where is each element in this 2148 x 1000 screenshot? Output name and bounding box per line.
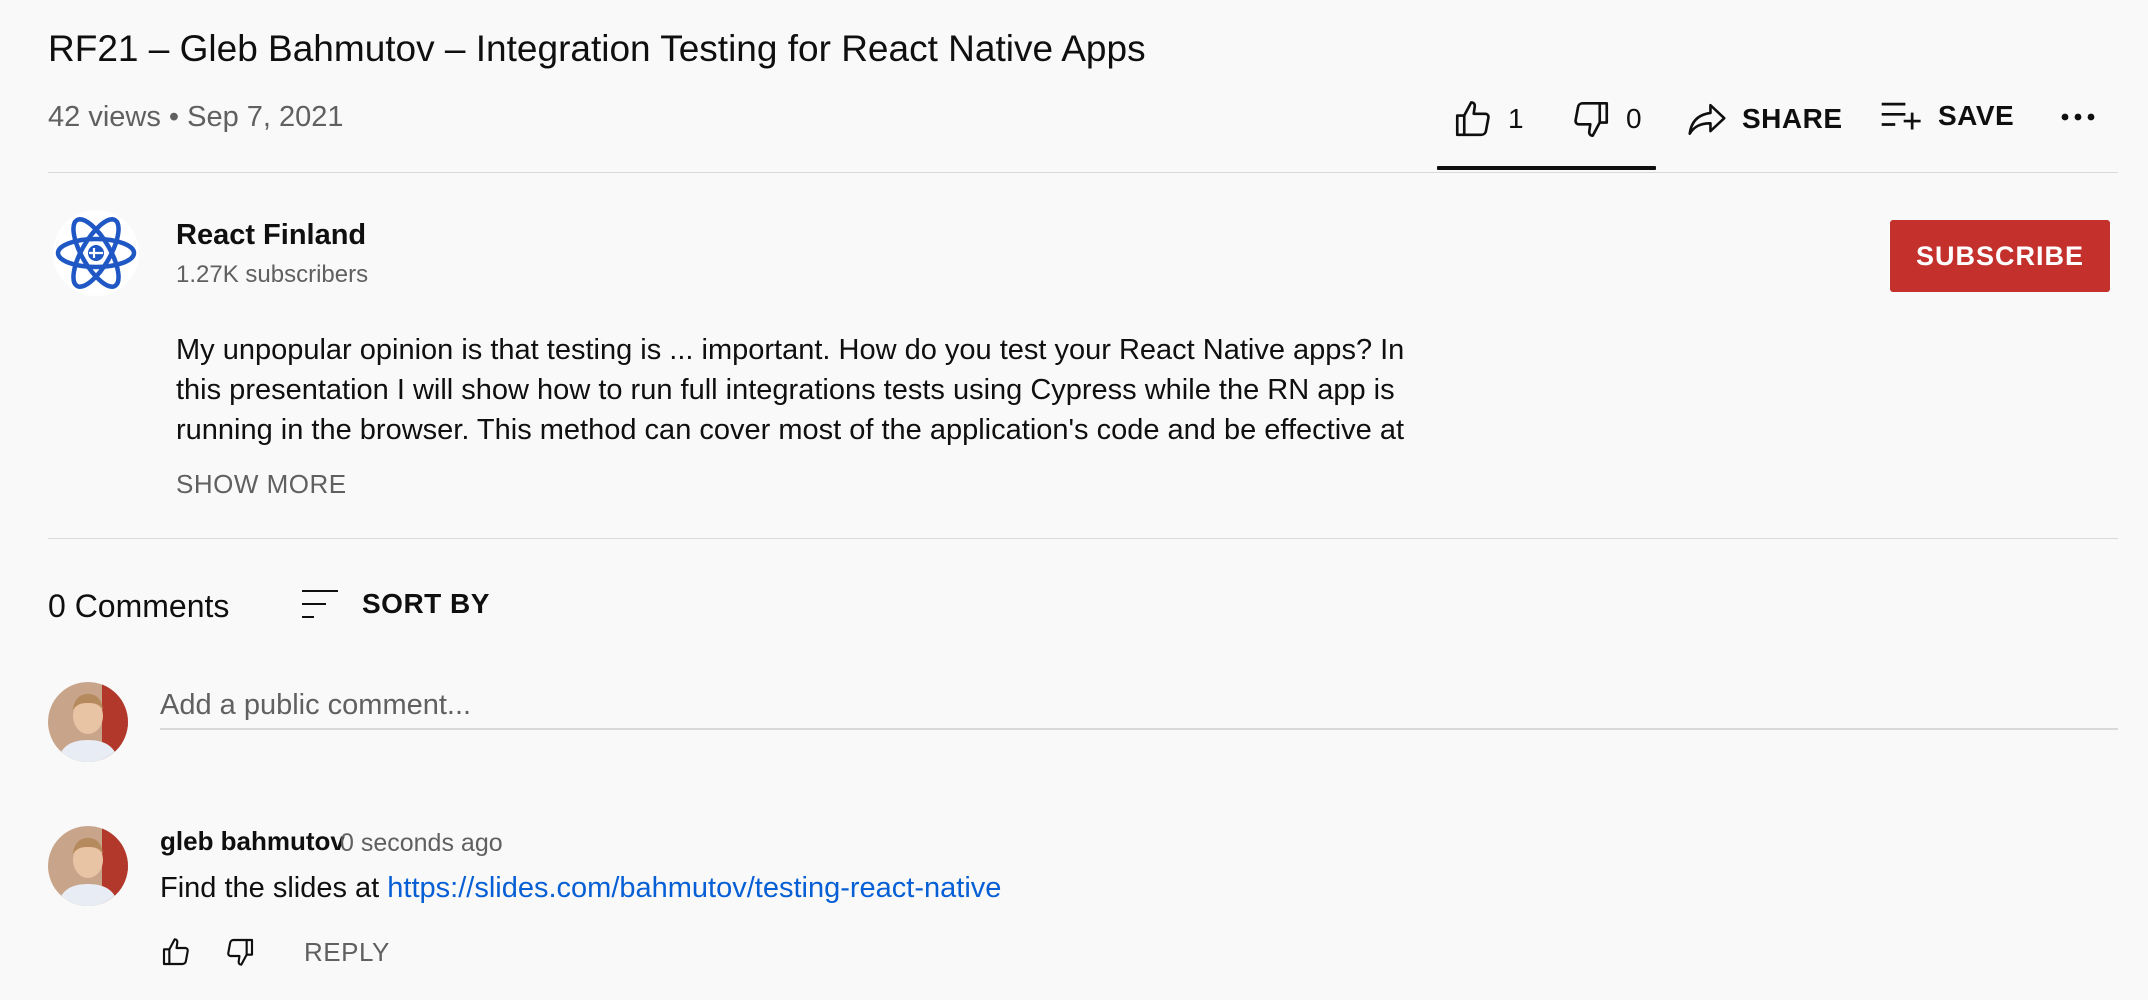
comment-author[interactable]: gleb bahmutov bbox=[160, 826, 345, 857]
comment-text: Find the slides at https://slides.com/ba… bbox=[160, 872, 1001, 905]
comment-like-button[interactable] bbox=[160, 936, 192, 968]
like-count: 1 bbox=[1508, 103, 1524, 134]
save-label: SAVE bbox=[1938, 100, 2015, 131]
description-line: My unpopular opinion is that testing is … bbox=[176, 334, 1405, 366]
user-avatar[interactable] bbox=[48, 682, 128, 762]
share-button[interactable]: SHARE bbox=[1686, 100, 1843, 138]
sort-by-button[interactable]: SORT BY bbox=[300, 588, 490, 620]
share-label: SHARE bbox=[1742, 103, 1843, 134]
commenter-avatar[interactable] bbox=[48, 826, 128, 906]
sort-icon bbox=[300, 588, 340, 620]
add-comment-input[interactable] bbox=[160, 682, 2118, 730]
comment-text-prefix: Find the slides at bbox=[160, 872, 388, 904]
subscriber-count: 1.27K subscribers bbox=[176, 261, 369, 288]
save-button[interactable]: SAVE bbox=[1880, 100, 2014, 132]
like-ratio-bar bbox=[1437, 166, 1656, 170]
comment-timestamp[interactable]: 0 seconds ago bbox=[340, 829, 503, 858]
channel-avatar[interactable] bbox=[48, 209, 144, 297]
description-line: this presentation I will show how to run… bbox=[176, 374, 1395, 406]
thumbs-down-icon bbox=[224, 936, 256, 968]
react-atom-icon bbox=[48, 209, 144, 297]
like-button[interactable]: 1 bbox=[1452, 98, 1524, 140]
divider bbox=[48, 172, 2118, 173]
reply-button[interactable]: REPLY bbox=[304, 937, 390, 968]
thumbs-down-icon bbox=[1570, 98, 1612, 140]
divider bbox=[48, 538, 2118, 539]
thumbs-up-icon bbox=[160, 936, 192, 968]
dislike-button[interactable]: 0 bbox=[1570, 98, 1642, 140]
description-line: running in the browser. This method can … bbox=[176, 414, 1405, 446]
sort-by-label: SORT BY bbox=[362, 588, 490, 619]
thumbs-up-icon bbox=[1452, 98, 1494, 140]
view-count-date: 42 views • Sep 7, 2021 bbox=[48, 101, 344, 133]
playlist-add-icon bbox=[1880, 100, 1924, 132]
video-title: RF21 – Gleb Bahmutov – Integration Testi… bbox=[48, 28, 1146, 69]
show-more-button[interactable]: SHOW MORE bbox=[176, 469, 347, 500]
dislike-count: 0 bbox=[1626, 103, 1642, 134]
share-arrow-icon bbox=[1686, 100, 1728, 138]
channel-name[interactable]: React Finland bbox=[176, 219, 366, 252]
more-horiz-icon bbox=[2060, 112, 2096, 122]
comment-dislike-button[interactable] bbox=[224, 936, 256, 968]
comments-count: 0 Comments bbox=[48, 588, 230, 624]
video-description: My unpopular opinion is that testing is … bbox=[176, 330, 1436, 450]
comment-link[interactable]: https://slides.com/bahmutov/testing-reac… bbox=[387, 872, 1001, 904]
more-actions-button[interactable] bbox=[2060, 112, 2096, 122]
subscribe-button[interactable]: SUBSCRIBE bbox=[1890, 220, 2110, 292]
